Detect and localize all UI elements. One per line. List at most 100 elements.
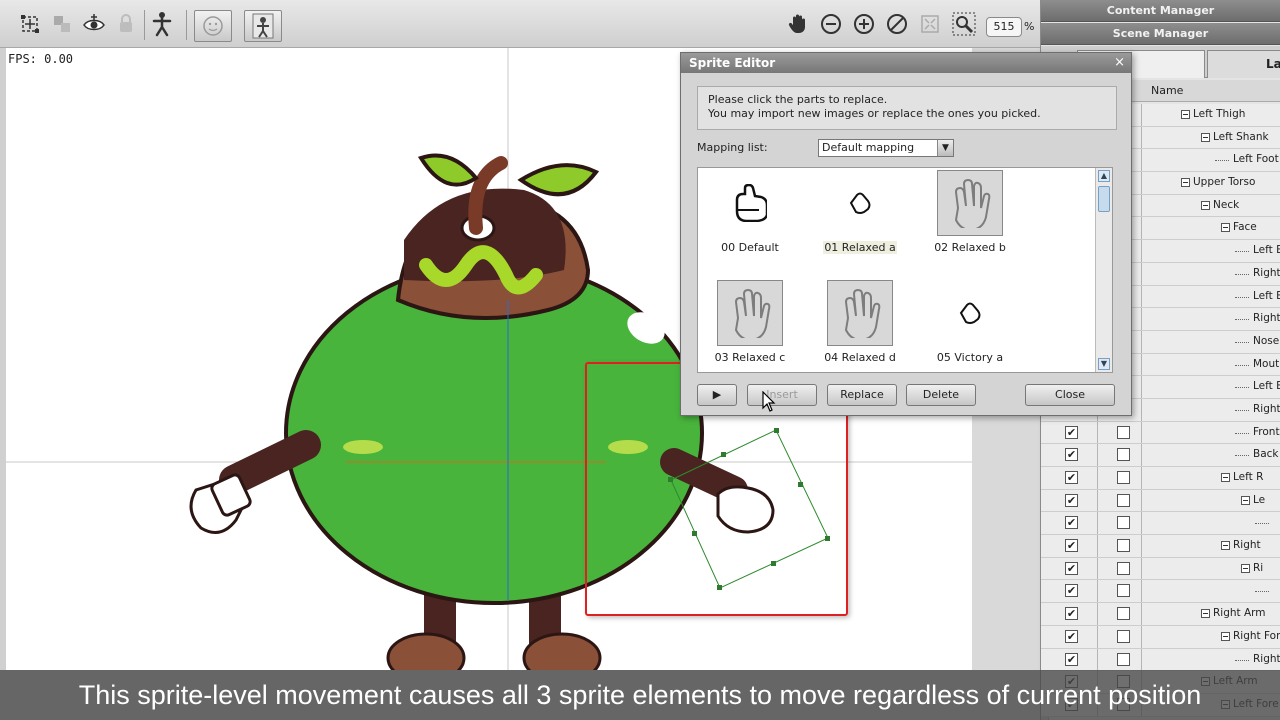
column-divider [1141, 194, 1142, 217]
delete-button[interactable]: Delete [906, 384, 976, 406]
zoom-tool-icon[interactable] [950, 10, 978, 38]
visible-checkbox[interactable]: ✔ [1065, 607, 1078, 621]
close-button[interactable]: Close [1025, 384, 1115, 406]
tree-row[interactable]: ✔ Right [1041, 535, 1280, 558]
lock-checkbox[interactable] [1117, 493, 1130, 507]
lock-checkbox[interactable] [1117, 652, 1130, 666]
lock-checkbox[interactable] [1117, 584, 1130, 598]
bone-figure-icon[interactable] [148, 10, 176, 38]
tree-row-label: Right [1253, 402, 1280, 415]
lock-checkbox[interactable] [1117, 561, 1130, 575]
tree-row-label: Ri [1253, 561, 1264, 574]
visible-checkbox[interactable]: ✔ [1065, 471, 1078, 484]
tab-layer[interactable]: La [1207, 50, 1280, 78]
zoom-in-icon[interactable] [850, 10, 878, 38]
visible-checkbox[interactable]: ✔ [1065, 629, 1078, 643]
mapping-list-select[interactable]: Default mapping ▼ [818, 139, 954, 157]
sprite-editor-dialog: Sprite Editor × Please click the parts t… [680, 52, 1132, 416]
scroll-down-icon[interactable]: ▼ [1098, 358, 1110, 370]
tree-connector [1235, 387, 1249, 389]
tree-row[interactable]: ✔ Left R [1041, 467, 1280, 490]
sprite-item[interactable]: 04 Relaxed d [810, 280, 910, 364]
zoom-input[interactable]: 515 [986, 17, 1022, 37]
tree-row[interactable]: ✔ Front [1041, 421, 1280, 445]
content-manager-header[interactable]: Content Manager [1041, 0, 1280, 22]
insert-button[interactable]: Insert [747, 384, 817, 406]
collapse-toggle-icon[interactable] [1221, 223, 1230, 233]
tree-row[interactable]: ✔ Right [1041, 648, 1280, 672]
replace-button[interactable]: Replace [827, 384, 897, 406]
visible-checkbox[interactable]: ✔ [1065, 493, 1078, 507]
mapping-list-value: Default mapping [822, 141, 915, 154]
scroll-thumb[interactable] [1098, 186, 1110, 212]
instruction-line-2: You may import new images or replace the… [708, 107, 1041, 120]
tree-connector [1235, 251, 1249, 253]
column-divider [1097, 603, 1098, 625]
close-icon[interactable]: × [1114, 55, 1125, 70]
visible-checkbox[interactable]: ✔ [1065, 516, 1078, 530]
sprite-label: 01 Relaxed a [823, 241, 897, 254]
tree-row[interactable]: ✔ [1041, 580, 1280, 604]
reset-icon[interactable] [883, 10, 911, 38]
collapse-toggle-icon[interactable] [1201, 132, 1210, 142]
tree-row[interactable]: ✔ Le [1041, 489, 1280, 513]
tree-row[interactable]: ✔ Ri [1041, 557, 1280, 581]
ungroup-icon[interactable] [48, 10, 76, 38]
tree-row[interactable]: ✔ Back I [1041, 444, 1280, 467]
collapse-toggle-icon[interactable] [1181, 110, 1190, 119]
sprite-list-scrollbar[interactable]: ▲ ▼ [1095, 168, 1112, 372]
lock-checkbox[interactable] [1117, 539, 1130, 553]
collapse-toggle-icon[interactable] [1241, 563, 1250, 573]
tree-row[interactable]: ✔ Right Arm [1041, 603, 1280, 626]
collapse-toggle-icon[interactable] [1221, 541, 1230, 551]
tree-row-label: Left Thigh [1193, 108, 1246, 120]
tree-row-label: Back I [1253, 448, 1280, 461]
hand-sprite-icon[interactable] [717, 170, 783, 236]
character-icon[interactable] [244, 10, 282, 42]
visible-checkbox[interactable]: ✔ [1065, 448, 1078, 462]
collapse-toggle-icon[interactable] [1241, 495, 1250, 505]
tree-connector [1255, 591, 1269, 593]
hand-sprite-icon[interactable] [937, 280, 1003, 346]
hand-sprite-icon[interactable] [717, 280, 783, 346]
collapse-toggle-icon[interactable] [1221, 631, 1230, 641]
face-icon[interactable] [194, 10, 232, 42]
hand-pan-icon[interactable] [784, 10, 812, 38]
sprite-item[interactable]: 02 Relaxed b [920, 170, 1020, 254]
lock-checkbox[interactable] [1117, 471, 1130, 484]
lock-checkbox[interactable] [1117, 448, 1130, 462]
visible-checkbox[interactable]: ✔ [1065, 561, 1078, 575]
visible-checkbox[interactable]: ✔ [1065, 652, 1078, 666]
sprite-item[interactable]: 05 Victory a [920, 280, 1020, 364]
chevron-down-icon[interactable]: ▼ [937, 140, 953, 156]
collapse-toggle-icon[interactable] [1201, 200, 1210, 210]
lock-checkbox[interactable] [1117, 425, 1130, 439]
collapse-toggle-icon[interactable] [1221, 473, 1230, 482]
lock-checkbox[interactable] [1117, 516, 1130, 530]
column-divider [1141, 172, 1142, 194]
sprite-item[interactable]: 01 Relaxed a [810, 170, 910, 254]
instruction-box: Please click the parts to replace. You m… [697, 86, 1117, 130]
view-eye-icon[interactable] [80, 10, 108, 38]
fit-screen-icon[interactable] [916, 10, 944, 38]
tree-row[interactable]: ✔ Right Fore [1041, 625, 1280, 649]
hand-sprite-icon[interactable] [827, 170, 893, 236]
scene-manager-header[interactable]: Scene Manager [1041, 23, 1280, 45]
transform-icon[interactable] [16, 10, 44, 38]
hand-sprite-icon[interactable] [937, 170, 1003, 236]
zoom-out-icon[interactable] [817, 10, 845, 38]
tree-row[interactable]: ✔ [1041, 512, 1280, 536]
visible-checkbox[interactable]: ✔ [1065, 425, 1078, 439]
lock-checkbox[interactable] [1117, 629, 1130, 643]
sprite-item[interactable]: 00 Default [700, 170, 800, 254]
collapse-toggle-icon[interactable] [1201, 609, 1210, 619]
sprite-item[interactable]: 03 Relaxed c [700, 280, 800, 364]
lock-checkbox[interactable] [1117, 607, 1130, 621]
visible-checkbox[interactable]: ✔ [1065, 539, 1078, 553]
scroll-up-icon[interactable]: ▲ [1098, 170, 1110, 182]
play-button[interactable]: ▶ [697, 384, 737, 406]
visible-checkbox[interactable]: ✔ [1065, 584, 1078, 598]
lock-icon[interactable] [112, 10, 140, 38]
collapse-toggle-icon[interactable] [1181, 178, 1190, 188]
hand-sprite-icon[interactable] [827, 280, 893, 346]
